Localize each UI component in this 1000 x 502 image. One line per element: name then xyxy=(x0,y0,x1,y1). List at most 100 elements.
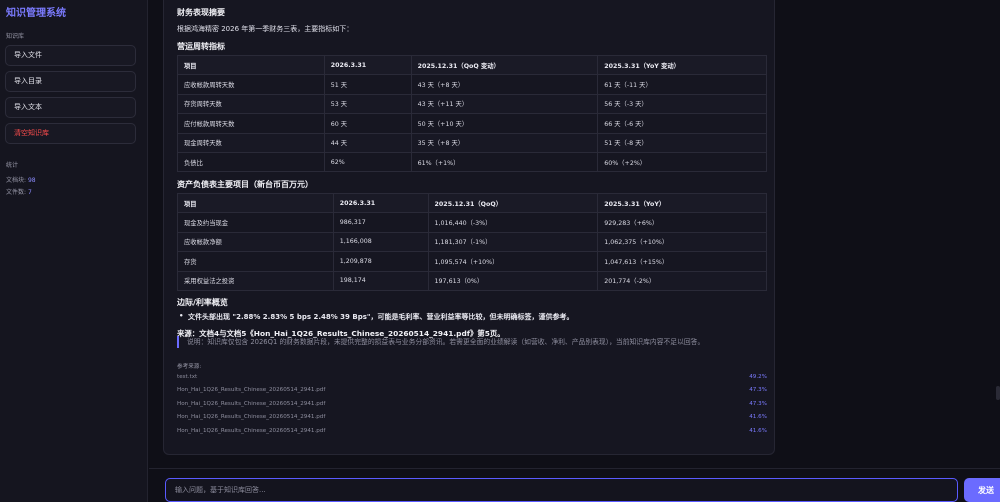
table-row: 现金及约当现金 986,317 1,016,440（-3%） 929,283（+6%） xyxy=(177,212,767,233)
table-row: 存货 1,209,878 1,095,574（+10%） 1,047,613（+15%… xyxy=(177,251,767,272)
margin-bullet: 文件头部出现 "2.88% 2.83% 5 bps 2.48% 39 Bps"，… xyxy=(179,312,574,322)
reference-score: 49.2% xyxy=(749,374,767,380)
table-cell: 66 天（-6 天） xyxy=(597,113,767,134)
reference-score: 47.3% xyxy=(749,401,767,407)
column-header: 2025.3.31（YoY） xyxy=(597,192,767,214)
table-cell: 986,317 xyxy=(332,212,429,233)
table-row: 应收帐款净额 1,166,008 1,181,307（-1%） 1,062,375（+… xyxy=(177,231,767,253)
balance-sheet-table: 项目 2026.3.31 2025.12.31（QoQ） 2025.3.31（Y… xyxy=(177,192,767,291)
reference-item[interactable]: Hon_Hai_1Q26_Results_Chinese_20260514_29… xyxy=(177,428,767,438)
chat-area: 财务表现摘要 根据鸿海精密 2026 年第一季财务三表，主要指标如下： 营运周转… xyxy=(149,0,1000,502)
table-cell: 现金及约当现金 xyxy=(177,212,334,233)
references-label: 参考来源: xyxy=(177,364,202,370)
reference-score: 41.6% xyxy=(749,428,767,434)
file-count: 文件数: 7 xyxy=(6,187,32,196)
column-header: 2026.3.31 xyxy=(332,192,429,214)
table-cell: 负债比 xyxy=(177,151,325,173)
reference-item[interactable]: Hon_Hai_1Q26_Results_Chinese_20260514_29… xyxy=(177,387,767,397)
table-cell: 51 天（-8 天） xyxy=(597,132,767,153)
chunk-count-value: 98 xyxy=(27,177,36,184)
table-cell: 应收帐款净额 xyxy=(177,231,334,253)
table-cell: 1,166,008 xyxy=(332,231,429,253)
table-cell: 43 天（+11 天） xyxy=(410,93,599,115)
table-row: 采用权益法之投资 198,174 197,613（0%） 201,774（-2%） xyxy=(177,270,767,291)
table-cell: 1,095,574（+10%） xyxy=(427,251,599,272)
knowledge-base-label: 知识库 xyxy=(6,33,25,40)
table-cell: 1,181,307（-1%） xyxy=(427,231,599,253)
table-cell: 61%（+1%） xyxy=(410,151,599,173)
table-cell: 62% xyxy=(323,151,412,173)
table-cell: 存货周转天数 xyxy=(177,93,325,115)
app-title: 知识管理系统 xyxy=(6,8,66,19)
scope-note: 说明：知识库仅包含 2026Q1 的财务数据片段，未提供完整的损益表与业务分部资… xyxy=(177,336,767,348)
table-cell: 存货 xyxy=(177,251,334,272)
scrollbar-thumb[interactable] xyxy=(996,386,1000,400)
file-count-label: 文件数: xyxy=(6,189,28,196)
margin-heading: 边际/利率概览 xyxy=(177,298,228,307)
table-cell: 56 天（-3 天） xyxy=(597,93,767,115)
table-row: 应收帐款周转天数 51 天 43 天（+8 天） 61 天（-11 天） xyxy=(177,74,767,95)
reference-name: Hon_Hai_1Q26_Results_Chinese_20260514_29… xyxy=(177,387,326,393)
table-row: 负债比 62% 61%（+1%） 60%（+2%） xyxy=(177,151,767,173)
reference-name: test.txt xyxy=(177,374,198,380)
table-cell: 197,613（0%） xyxy=(427,270,599,291)
balance-sheet-heading: 资产负债表主要项目（新台币百万元） xyxy=(177,180,313,189)
file-count-value: 7 xyxy=(27,189,32,196)
table-cell: 198,174 xyxy=(332,270,429,291)
table-cell: 1,016,440（-3%） xyxy=(427,212,599,233)
input-bar: 发送 xyxy=(149,468,1000,502)
answer-intro: 根据鸿海精密 2026 年第一季财务三表，主要指标如下： xyxy=(177,25,354,33)
table-row: 应付帐款周转天数 60 天 50 天（+10 天） 66 天（-6 天） xyxy=(177,113,767,134)
clear-knowledge-base-button[interactable]: 清空知识库 xyxy=(5,123,136,144)
chunk-count: 文档块: 98 xyxy=(6,175,36,184)
chunk-count-label: 文档块: xyxy=(6,177,28,184)
reference-item[interactable]: Hon_Hai_1Q26_Results_Chinese_20260514_29… xyxy=(177,401,767,411)
table-cell: 53 天 xyxy=(323,93,412,115)
reference-score: 41.6% xyxy=(749,414,767,420)
question-input[interactable] xyxy=(165,478,958,502)
reference-name: Hon_Hai_1Q26_Results_Chinese_20260514_29… xyxy=(177,401,326,407)
table-cell: 采用权益法之投资 xyxy=(177,270,334,291)
table-cell: 51 天 xyxy=(323,74,412,95)
import-directory-button[interactable]: 导入目录 xyxy=(5,71,136,92)
table-cell: 35 天（+8 天） xyxy=(410,132,599,153)
send-button[interactable]: 发送 xyxy=(964,478,1000,502)
table-cell: 44 天 xyxy=(323,132,412,153)
column-header: 项目 xyxy=(177,192,334,214)
table-header-row: 项目 2026.3.31 2025.12.31（QoQ 变动） 2025.3.3… xyxy=(177,54,767,76)
reference-score: 47.3% xyxy=(749,387,767,393)
import-file-button[interactable]: 导入文件 xyxy=(5,45,136,66)
table-cell: 应付帐款周转天数 xyxy=(177,113,325,134)
column-header: 2025.12.31（QoQ） xyxy=(427,192,599,214)
turnover-heading: 营运周转指标 xyxy=(177,42,225,51)
table-header-row: 项目 2026.3.31 2025.12.31（QoQ） 2025.3.31（Y… xyxy=(177,192,767,214)
turnover-table: 项目 2026.3.31 2025.12.31（QoQ 变动） 2025.3.3… xyxy=(177,54,767,173)
answer-message: 财务表现摘要 根据鸿海精密 2026 年第一季财务三表，主要指标如下： 营运周转… xyxy=(163,0,775,455)
stats-label: 统计 xyxy=(6,162,19,169)
reference-item[interactable]: test.txt 49.2% xyxy=(177,374,767,384)
table-cell: 929,283（+6%） xyxy=(597,212,767,233)
sidebar: 知识管理系统 知识库 导入文件 导入目录 导入文本 清空知识库 统计 文档块: … xyxy=(0,0,148,502)
table-cell: 1,062,375（+10%） xyxy=(597,231,767,253)
table-cell: 60 天 xyxy=(323,113,412,134)
table-cell: 43 天（+8 天） xyxy=(410,74,599,95)
column-header: 2025.3.31（YoY 变动） xyxy=(597,54,767,76)
column-header: 2025.12.31（QoQ 变动） xyxy=(410,54,599,76)
table-cell: 60%（+2%） xyxy=(597,151,767,173)
reference-item[interactable]: Hon_Hai_1Q26_Results_Chinese_20260514_29… xyxy=(177,414,767,424)
table-cell: 61 天（-11 天） xyxy=(597,74,767,95)
import-text-button[interactable]: 导入文本 xyxy=(5,97,136,118)
table-cell: 现金周转天数 xyxy=(177,132,325,153)
reference-name: Hon_Hai_1Q26_Results_Chinese_20260514_29… xyxy=(177,428,326,434)
column-header: 2026.3.31 xyxy=(323,54,412,76)
answer-title: 财务表现摘要 xyxy=(177,8,225,17)
table-cell: 50 天（+10 天） xyxy=(410,113,599,134)
table-cell: 应收帐款周转天数 xyxy=(177,74,325,95)
reference-name: Hon_Hai_1Q26_Results_Chinese_20260514_29… xyxy=(177,414,326,420)
table-cell: 1,209,878 xyxy=(332,251,429,272)
table-cell: 201,774（-2%） xyxy=(597,270,767,291)
table-cell: 1,047,613（+15%） xyxy=(597,251,767,272)
table-row: 存货周转天数 53 天 43 天（+11 天） 56 天（-3 天） xyxy=(177,93,767,115)
column-header: 项目 xyxy=(177,54,325,76)
table-row: 现金周转天数 44 天 35 天（+8 天） 51 天（-8 天） xyxy=(177,132,767,153)
